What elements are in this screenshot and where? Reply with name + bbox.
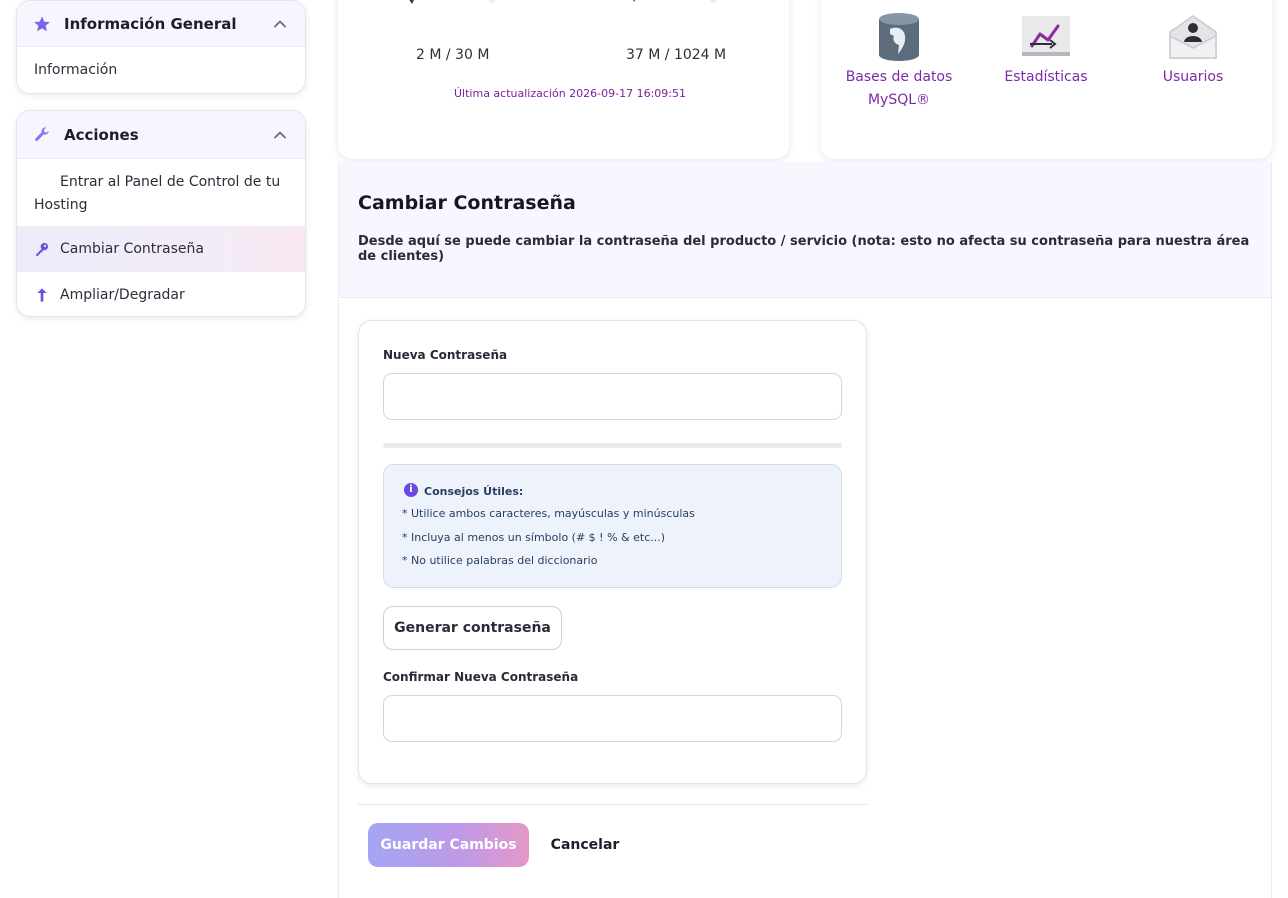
- password-strength-bar: [383, 443, 842, 448]
- sidebar-item-control-panel[interactable]: Entrar al Panel de Control de tu Hosting: [17, 159, 305, 227]
- sidebar-item-label: Cambiar Contraseña: [60, 241, 204, 257]
- bandwidth-usage-label: 37 M / 1024 M: [626, 47, 727, 63]
- last-update-text: Última actualización 2026-09-17 16:09:51: [454, 87, 686, 100]
- new-password-label: Nueva Contraseña: [383, 348, 508, 362]
- sidebar-item-label: Ampliar/Degradar: [60, 286, 185, 303]
- tip-item: * Utilice ambos caracteres, mayúsculas y…: [402, 507, 695, 520]
- chevron-up-icon[interactable]: [273, 127, 287, 141]
- page-description: Desde aquí se puede cambiar la contraseñ…: [358, 234, 1250, 264]
- chevron-up-icon[interactable]: [273, 16, 287, 30]
- tip-item: * Incluya al menos un símbolo (# $ ! % &…: [402, 531, 666, 544]
- key-icon: [34, 241, 50, 257]
- tips-title: Consejos Útiles:: [424, 485, 524, 498]
- page-title: Cambiar Contraseña: [358, 192, 576, 214]
- mysql-link-label-line2: MySQL®: [867, 92, 931, 108]
- actions-title: Acciones: [64, 125, 139, 144]
- general-info-panel: Información General Información: [16, 0, 306, 94]
- form-divider: [358, 804, 867, 805]
- user-envelope-icon: [1168, 14, 1218, 60]
- tip-item: * No utilice palabras del diccionario: [402, 554, 598, 567]
- users-link-label: Usuarios: [1162, 69, 1224, 85]
- usage-card: 2 M / 30 M 37 M / 1024 M Última actualiz…: [338, 0, 789, 159]
- confirm-password-label: Confirmar Nueva Contraseña: [383, 670, 579, 684]
- arrow-up-icon: [34, 287, 50, 303]
- actions-header[interactable]: Acciones: [17, 111, 305, 159]
- statistics-link-label: Estadísticas: [1004, 69, 1088, 85]
- info-icon: i: [404, 483, 418, 497]
- disk-usage-label: 2 M / 30 M: [416, 47, 490, 63]
- password-tips-box: i Consejos Útiles: * Utilice ambos carac…: [383, 464, 842, 588]
- wrench-icon: [33, 126, 51, 144]
- sidebar-item-upgrade[interactable]: Ampliar/Degradar: [17, 272, 305, 316]
- mysql-database-icon: [877, 12, 921, 62]
- statistics-chart-icon: [1022, 16, 1070, 58]
- cancel-button[interactable]: Cancelar: [547, 823, 623, 867]
- actions-panel: Acciones Entrar al Panel de Control de t…: [16, 110, 306, 317]
- mysql-link-label-line1: Bases de datos: [845, 69, 953, 85]
- confirm-password-input[interactable]: [383, 695, 842, 742]
- mysql-databases-link[interactable]: Bases de datos MySQL®: [841, 12, 957, 112]
- generate-password-button[interactable]: Generar contraseña: [383, 606, 562, 650]
- general-info-header[interactable]: Información General: [17, 1, 305, 47]
- sidebar-item-informacion[interactable]: Información: [17, 47, 305, 93]
- new-password-input[interactable]: [383, 373, 842, 420]
- sidebar-item-label: Información: [34, 62, 118, 78]
- statistics-link[interactable]: Estadísticas: [992, 12, 1100, 89]
- save-changes-button[interactable]: Guardar Cambios: [368, 823, 529, 867]
- bandwidth-usage-gauge: [632, 0, 717, 4]
- sidebar-item-change-password[interactable]: Cambiar Contraseña: [17, 227, 305, 272]
- users-link[interactable]: Usuarios: [1146, 12, 1240, 89]
- disk-usage-gauge: [409, 0, 496, 4]
- star-icon: [33, 15, 51, 33]
- sidebar-item-label: Entrar al Panel de Control de tu Hosting: [34, 174, 281, 213]
- change-password-header: Cambiar Contraseña Desde aquí se puede c…: [339, 162, 1271, 298]
- general-info-title: Información General: [64, 14, 237, 33]
